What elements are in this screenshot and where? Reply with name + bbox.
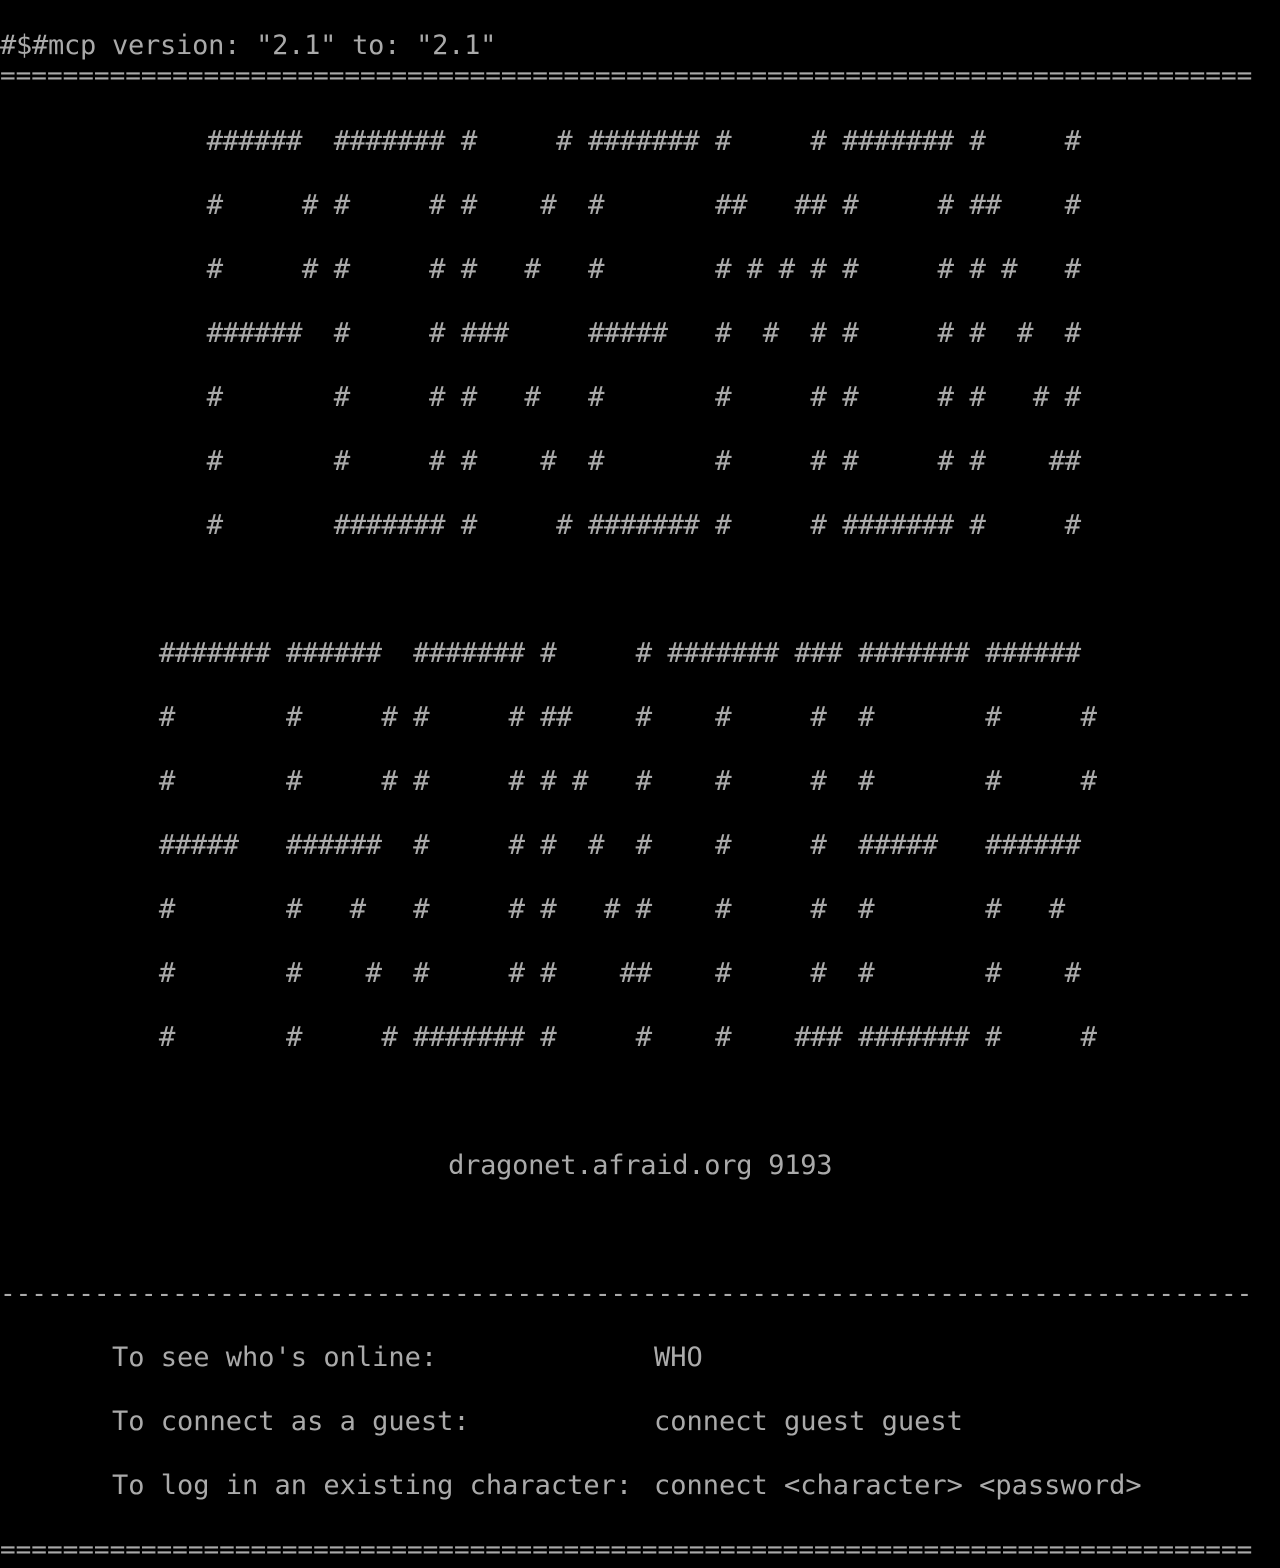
instruction-label: To connect as a guest: [112,1406,470,1437]
separator-double-top: ========================================… [0,61,1253,91]
instruction-command: connect <character> <password> [654,1470,1142,1501]
instruction-label: To see who's online: [112,1342,438,1373]
separator-double-bottom: ========================================… [0,1535,1253,1565]
server-address: dragonet.afraid.org 9193 [0,1150,833,1181]
ascii-banner-pokemon: ###### ####### # # ####### # # ####### #… [206,126,1082,541]
instruction-command: connect guest guest [654,1406,963,1437]
mcp-version-line: #$#mcp version: "2.1" to: "2.1" [0,30,497,61]
instruction-command: WHO [654,1342,703,1373]
instruction-label: To log in an existing character: [112,1470,633,1501]
separator-dash: ----------------------------------------… [0,1279,1253,1309]
ascii-banner-frontier: ####### ###### ####### # # ####### ### #… [158,638,1097,1053]
